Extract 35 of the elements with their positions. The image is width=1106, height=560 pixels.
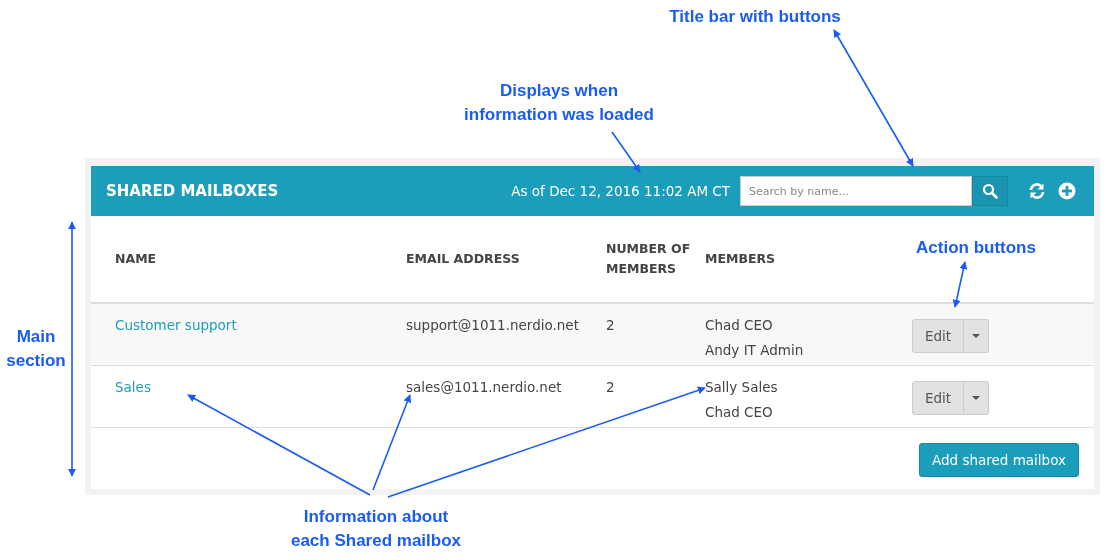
add-icon[interactable] [1058,182,1076,200]
column-header: NAME [114,250,158,268]
annotation-text: Action buttons [915,237,1037,259]
search-icon [982,183,998,199]
caret-icon [972,396,980,400]
table-cell-text: support@1011.nerdio.net [406,316,580,335]
annotation-text: Displays when information was loaded [463,80,655,126]
table-cell-text: 2 [606,378,616,397]
add-shared-mailbox-button[interactable]: Add shared mailbox [918,443,1079,477]
refresh-icon[interactable] [1028,182,1046,200]
edit-button[interactable]: Edit [912,381,964,415]
table-cell-text: 2 [606,316,616,335]
dropdown-button[interactable] [964,319,989,353]
column-header: NUMBER OF MEMBERS [606,240,692,278]
member-name: Andy IT Admin [705,341,805,360]
caret-icon [972,334,980,338]
mailbox-link[interactable]: Customer support [115,313,406,338]
search-button[interactable] [972,176,1008,206]
table-cell-text: sales@1011.nerdio.net [406,378,563,397]
annotation-arrow [611,131,641,173]
annotation-arrow [952,261,968,308]
annotation-text: Title bar with buttons [668,6,842,28]
dropdown-button[interactable] [964,381,989,415]
annotation-text: Information about each Shared mailbox [289,506,463,552]
member-name: Sally Sales [705,378,779,397]
column-header: EMAIL ADDRESS [406,250,521,268]
member-name: Chad CEO [705,316,774,335]
column-header: MEMBERS [705,250,777,268]
member-name: Chad CEO [705,403,774,422]
panel-title: SHARED MAILBOXES [106,182,280,200]
annotation-text: Main section [5,326,67,372]
timestamp-text: As of Dec 12, 2016 11:02 AM CT [511,183,730,199]
mailbox-link[interactable]: Sales [115,375,406,400]
edit-button[interactable]: Edit [912,319,964,353]
search-field[interactable]: Search by name... [740,176,972,206]
